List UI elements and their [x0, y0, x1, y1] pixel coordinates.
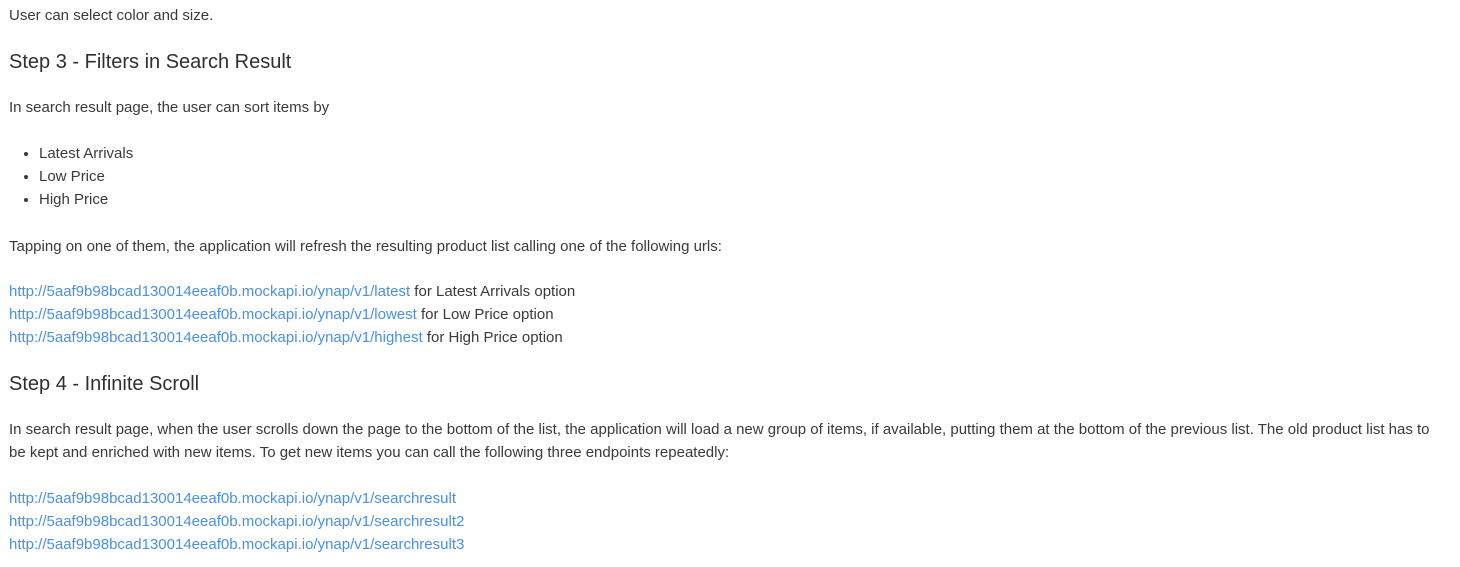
list-item: Low Price — [39, 165, 1450, 188]
step4-paragraph: In search result page, when the user scr… — [9, 421, 1430, 461]
step3-paragraph: In search result page, the user can sort… — [9, 99, 330, 116]
searchresult2-url-link[interactable]: http://5aaf9b98bcad130014eeaf0b.mockapi.… — [9, 513, 464, 530]
step3-heading: Step 3 - Filters in Search Result — [9, 51, 292, 73]
url-description: for Low Price option — [416, 306, 554, 323]
url-description: for Latest Arrivals option — [410, 283, 576, 300]
latest-url-link[interactable]: http://5aaf9b98bcad130014eeaf0b.mockapi.… — [9, 283, 410, 300]
tapping-paragraph: Tapping on one of them, the application … — [9, 238, 722, 255]
sort-options-list: Latest Arrivals Low Price High Price — [9, 142, 1450, 211]
searchresult-urls: http://5aaf9b98bcad130014eeaf0b.mockapi.… — [9, 487, 1450, 556]
sort-urls: http://5aaf9b98bcad130014eeaf0b.mockapi.… — [9, 280, 1450, 349]
step4-heading: Step 4 - Infinite Scroll — [9, 373, 200, 395]
list-item: Latest Arrivals — [39, 142, 1450, 165]
searchresult-url-link[interactable]: http://5aaf9b98bcad130014eeaf0b.mockapi.… — [9, 490, 456, 507]
url-line: http://5aaf9b98bcad130014eeaf0b.mockapi.… — [9, 487, 1450, 510]
url-line: http://5aaf9b98bcad130014eeaf0b.mockapi.… — [9, 280, 1450, 303]
url-line: http://5aaf9b98bcad130014eeaf0b.mockapi.… — [9, 533, 1450, 556]
lowest-url-link[interactable]: http://5aaf9b98bcad130014eeaf0b.mockapi.… — [9, 306, 417, 323]
list-item: High Price — [39, 188, 1450, 211]
url-line: http://5aaf9b98bcad130014eeaf0b.mockapi.… — [9, 510, 1450, 533]
url-line: http://5aaf9b98bcad130014eeaf0b.mockapi.… — [9, 326, 1450, 349]
url-line: http://5aaf9b98bcad130014eeaf0b.mockapi.… — [9, 303, 1450, 326]
url-description: for High Price option — [422, 329, 563, 346]
highest-url-link[interactable]: http://5aaf9b98bcad130014eeaf0b.mockapi.… — [9, 329, 423, 346]
searchresult3-url-link[interactable]: http://5aaf9b98bcad130014eeaf0b.mockapi.… — [9, 536, 464, 553]
intro-text: User can select color and size. — [9, 7, 214, 24]
